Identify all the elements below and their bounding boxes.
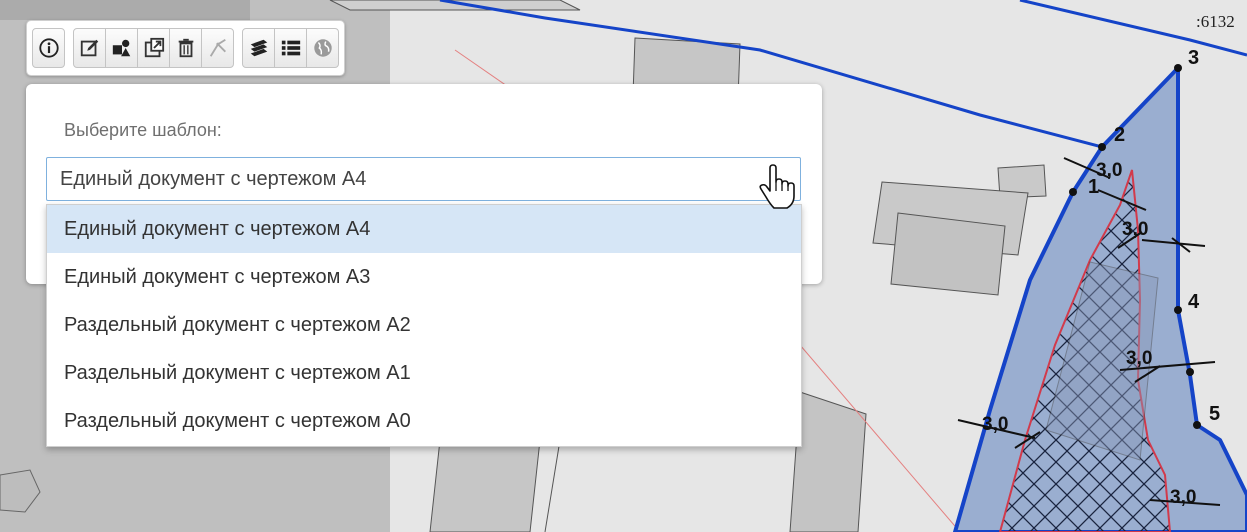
- layers-icon: [250, 39, 267, 57]
- map-toolbar: [26, 20, 345, 76]
- dimension-label: 3,0: [1096, 160, 1122, 181]
- list-icon: [281, 40, 300, 56]
- edit-icon: [80, 39, 98, 57]
- external-link-button[interactable]: [137, 28, 170, 68]
- dropdown-option[interactable]: Единый документ с чертежом А4: [47, 205, 801, 253]
- trash-icon: [178, 38, 193, 58]
- measure-button[interactable]: [201, 28, 234, 68]
- measure-icon: [209, 38, 226, 57]
- dropdown-option[interactable]: Раздельный документ с чертежом А1: [47, 349, 801, 397]
- dropdown-option[interactable]: Раздельный документ с чертежом А2: [47, 301, 801, 349]
- point-label: 5: [1209, 403, 1220, 425]
- info-button[interactable]: [32, 28, 65, 68]
- template-dropdown: Единый документ с чертежом А4 Единый док…: [46, 204, 802, 447]
- hand-cursor-icon: [759, 164, 795, 209]
- edit-button[interactable]: [73, 28, 106, 68]
- layers-button[interactable]: [242, 28, 275, 68]
- shapes-icon: [112, 39, 130, 57]
- point-label: 3: [1188, 47, 1199, 69]
- dimension-label: 3,0: [982, 414, 1008, 435]
- dimension-label: 3,0: [1170, 487, 1196, 508]
- building: [429, 439, 541, 532]
- dropdown-option[interactable]: Раздельный документ с чертежом А0: [47, 397, 801, 445]
- building-left: [0, 0, 250, 20]
- list-button[interactable]: [274, 28, 307, 68]
- building: [890, 212, 1006, 296]
- point-label: 4: [1188, 291, 1200, 313]
- dropdown-option[interactable]: Единый документ с чертежом А3: [47, 253, 801, 301]
- template-label: Выберите шаблон:: [64, 120, 222, 140]
- dimension-label: 3,0: [1122, 219, 1148, 240]
- shapes-button[interactable]: [105, 28, 138, 68]
- template-select[interactable]: Единый документ с чертежом А4: [46, 157, 801, 201]
- delete-button[interactable]: [169, 28, 202, 68]
- map-line: [544, 439, 561, 532]
- info-icon: [38, 38, 59, 58]
- globe-button[interactable]: [306, 28, 339, 68]
- external-link-icon: [144, 37, 164, 58]
- parcel-number: :6132: [1196, 12, 1235, 31]
- globe-icon: [313, 39, 332, 57]
- dimension-label: 3,0: [1126, 348, 1152, 369]
- point-label: 2: [1114, 124, 1125, 146]
